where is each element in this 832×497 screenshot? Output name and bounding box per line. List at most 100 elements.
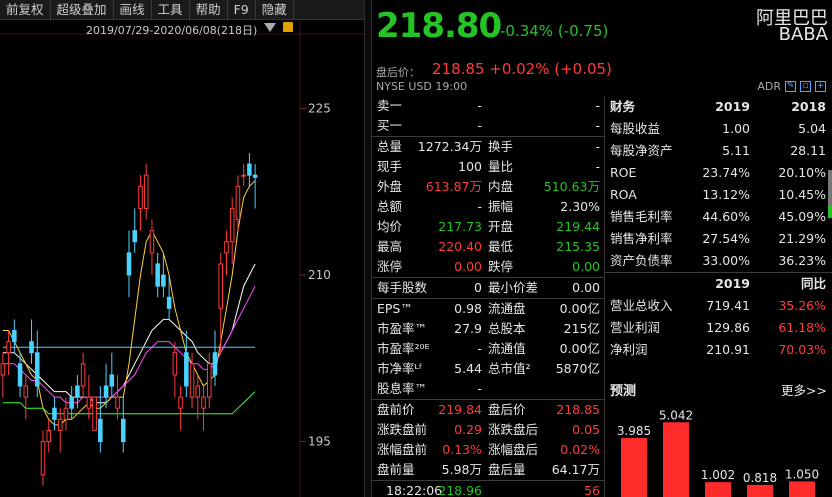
fin-row: 财务 2019 2018 bbox=[605, 96, 832, 118]
quote-panel: 218.80 -0.34% (-0.75) 阿里巴巴 BABA 盘后价： 218… bbox=[372, 0, 832, 497]
quote-row: 每手股数 0 最小价差 0.00 bbox=[372, 278, 604, 298]
quote-label: 总额 bbox=[377, 199, 403, 214]
toolbar-item[interactable]: 隐藏 bbox=[256, 0, 294, 20]
fin-value: 20.10% bbox=[778, 165, 826, 180]
dropdown-arrow-icon[interactable] bbox=[264, 23, 276, 32]
candle-body bbox=[120, 418, 126, 443]
quote-label: 涨停 bbox=[377, 259, 403, 274]
quote-value: 1272.34万 bbox=[417, 139, 482, 154]
toolbar-item[interactable]: F9 bbox=[228, 0, 256, 20]
quote-value: 0.05 bbox=[572, 422, 600, 437]
candle-body bbox=[46, 429, 52, 443]
tick-price: 218.96 bbox=[438, 483, 482, 497]
toolbar-item[interactable]: 工具 bbox=[152, 0, 190, 20]
scrollbar-marker bbox=[828, 206, 832, 218]
quote-value: 218.85 bbox=[556, 402, 600, 417]
lock-icon[interactable] bbox=[283, 22, 293, 32]
forecast-value-label: 0.818 bbox=[743, 471, 777, 485]
quote-value: 220.40 bbox=[438, 239, 482, 254]
fin-row: 每股收益 1.00 5.04 bbox=[605, 118, 832, 140]
quote-row: 涨停 0.00 跌停 0.00 bbox=[372, 257, 604, 277]
quote-value: 0.13% bbox=[442, 442, 482, 457]
add-icon[interactable]: + bbox=[815, 81, 826, 92]
forecast-bar bbox=[705, 482, 731, 497]
adr-label: ADR bbox=[757, 80, 781, 93]
fin-label: 资产负债率 bbox=[610, 253, 673, 268]
candle-body bbox=[132, 230, 138, 243]
quote-label: 最小价差 bbox=[488, 280, 539, 295]
quote-row: 盘前价 219.84 盘后价 218.85 bbox=[372, 400, 604, 420]
quote-label: 内盘 bbox=[488, 179, 514, 194]
quote-row: 均价 217.73 开盘 219.44 bbox=[372, 217, 604, 237]
quote-label: 涨幅盘后 bbox=[488, 442, 539, 457]
forecast-bar bbox=[663, 422, 689, 497]
fin-label: ROE bbox=[610, 165, 637, 180]
toolbar-item[interactable]: 画线 bbox=[114, 0, 152, 20]
quote-label: 振幅 bbox=[488, 199, 514, 214]
quote-value: 0.00 bbox=[454, 259, 482, 274]
toolbar-item[interactable]: 前复权 bbox=[0, 0, 51, 20]
forecast-bar bbox=[789, 481, 815, 497]
forecast-chart: 3.985 5.042 1.002 0.818 1.050 bbox=[617, 408, 819, 497]
quote-label: 市净率ᴸᶠ bbox=[377, 361, 423, 376]
fin-row: 2019 同比 bbox=[605, 273, 832, 295]
candle-body bbox=[63, 407, 69, 420]
quote-value: - bbox=[477, 98, 482, 113]
candle-body bbox=[184, 352, 189, 387]
candle-body bbox=[229, 207, 235, 243]
adr-tools: ADR ✎ ▫ + bbox=[757, 80, 826, 93]
candle-body bbox=[155, 263, 160, 287]
candle-body bbox=[103, 385, 109, 398]
quote-label: 量比 bbox=[488, 159, 514, 174]
fin-value: 21.29% bbox=[778, 231, 826, 246]
fin-row: 每股净资产 5.11 28.11 bbox=[605, 140, 832, 162]
fin-value: 23.74% bbox=[702, 165, 750, 180]
candle-body bbox=[126, 252, 132, 276]
quote-label: 最低 bbox=[488, 239, 514, 254]
quote-label: 均价 bbox=[377, 219, 403, 234]
fin-label: 销售毛利率 bbox=[610, 209, 673, 224]
note-icon[interactable]: ▫ bbox=[800, 81, 811, 92]
fin-label: 每股收益 bbox=[610, 121, 661, 136]
quote-row: 盘前量 5.98万 盘后量 64.17万 bbox=[372, 460, 604, 480]
quote-value: - bbox=[477, 199, 482, 214]
candle-body bbox=[247, 163, 252, 176]
candle-body bbox=[241, 174, 246, 177]
quote-label: 涨幅盘前 bbox=[377, 442, 428, 457]
quote-row: 总量 1272.34万 换手 - bbox=[372, 137, 604, 157]
more-link[interactable]: 更多>> bbox=[781, 380, 827, 399]
quote-value: - bbox=[477, 118, 482, 133]
forecast-value-label: 1.002 bbox=[701, 468, 735, 482]
candle-body bbox=[23, 385, 29, 398]
quote-label: 总股本 bbox=[488, 321, 526, 336]
candle-body bbox=[86, 396, 92, 409]
candle-body bbox=[212, 352, 218, 376]
quote-value: - bbox=[595, 98, 600, 113]
quote-label: 涨跌盘前 bbox=[377, 422, 428, 437]
quote-row: 市盈率²⁰ᴱ - 流通值 0.00亿 bbox=[372, 339, 604, 359]
quote-label: 流通值 bbox=[488, 341, 526, 356]
quote-label: 外盘 bbox=[377, 179, 403, 194]
quote-label: 开盘 bbox=[488, 219, 514, 234]
quote-value: 64.17万 bbox=[551, 462, 600, 477]
edit-icon[interactable]: ✎ bbox=[785, 81, 796, 92]
candle-body bbox=[252, 174, 258, 178]
panel-divider[interactable] bbox=[364, 0, 372, 497]
quote-row: 市净率ᴸᶠ 5.44 总市值² 5870亿 bbox=[372, 359, 604, 379]
forecast-value-label: 5.042 bbox=[659, 408, 693, 422]
stock-ticker: BABA bbox=[778, 24, 828, 45]
quote-row: 买一 - - bbox=[372, 116, 604, 136]
quote-value: 0.98 bbox=[454, 301, 482, 316]
fin-label: 财务 bbox=[610, 99, 636, 114]
toolbar-item[interactable]: 超级叠加 bbox=[51, 0, 114, 20]
date-range-label[interactable]: 2019/07/29-2020/06/08(218日) bbox=[86, 22, 257, 38]
kline-chart[interactable]: 225 210 195 bbox=[0, 20, 364, 497]
fin-value: 61.18% bbox=[778, 320, 826, 335]
fin-value: 同比 bbox=[800, 276, 826, 291]
quote-label: 跌停 bbox=[488, 259, 514, 274]
toolbar-item[interactable]: 帮助 bbox=[190, 0, 228, 20]
quote-label: 流通盘 bbox=[488, 301, 526, 316]
forecast-label: 预测 bbox=[610, 384, 637, 399]
candle-body bbox=[115, 396, 120, 409]
fin-row: 销售毛利率 44.60% 45.09% bbox=[605, 206, 832, 228]
